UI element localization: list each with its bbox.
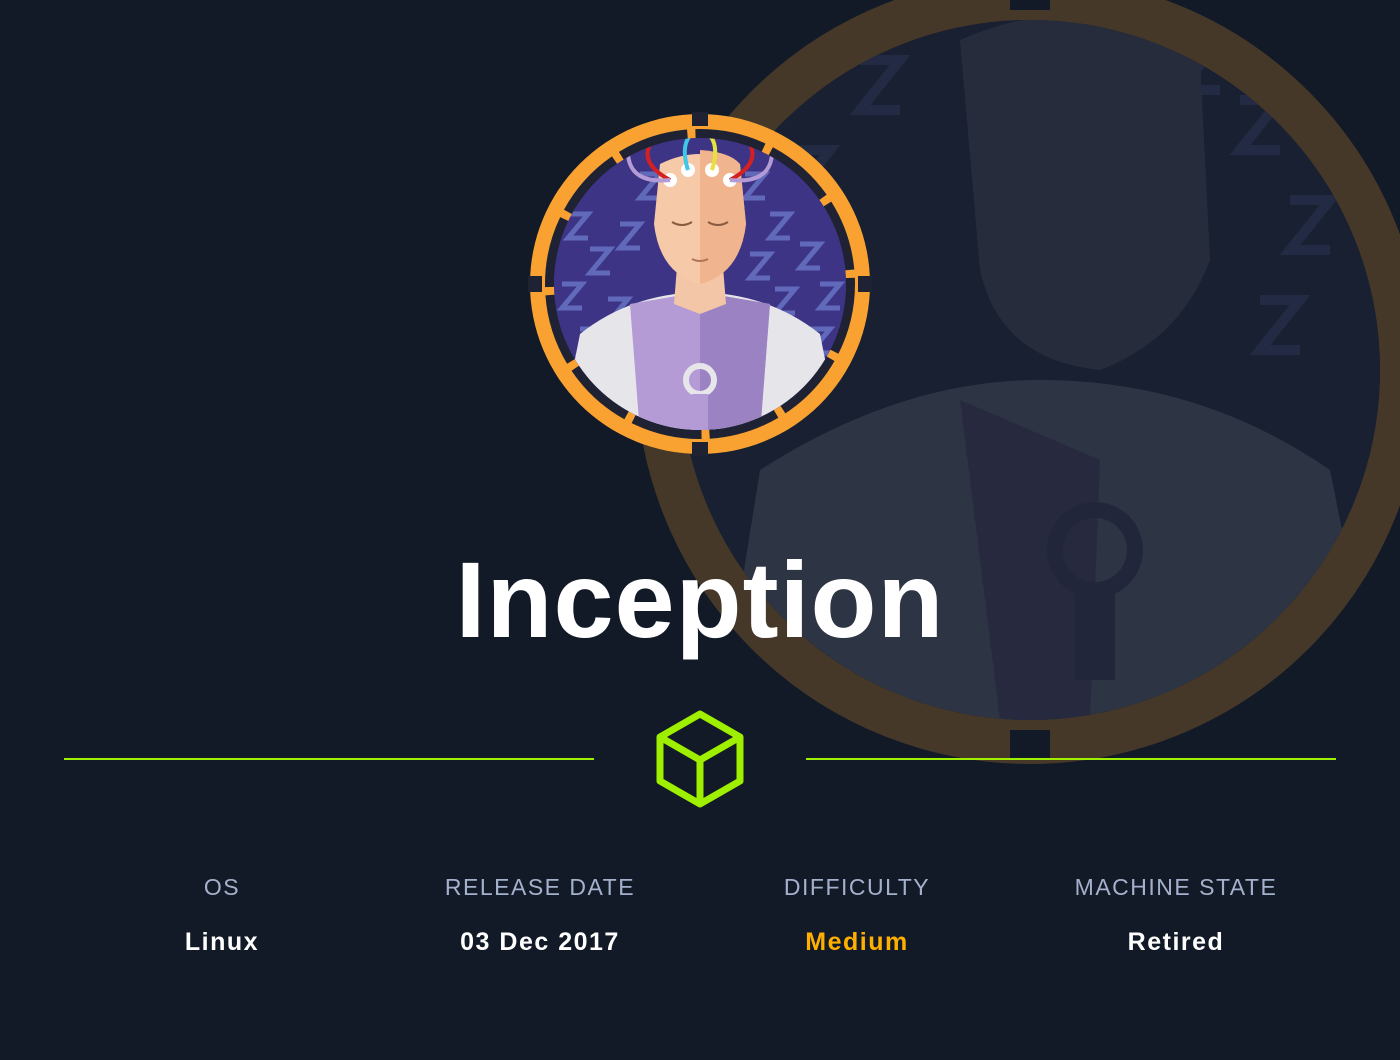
info-machine-state: MACHINE STATE Retired: [1016, 872, 1336, 958]
info-value-release-date: 03 Dec 2017: [460, 928, 620, 956]
info-difficulty: DIFFICULTY Medium: [697, 872, 1017, 958]
info-label-os: OS: [203, 874, 241, 900]
divider-line-left: [64, 758, 594, 760]
info-label-release-date: RELEASE DATE: [444, 874, 636, 900]
info-label-machine-state: MACHINE STATE: [1074, 874, 1278, 900]
machine-card: Inception OS Linux RELEASE DATE 03 Dec 2…: [0, 0, 1400, 1060]
machine-avatar: [528, 112, 872, 456]
info-release-date: RELEASE DATE 03 Dec 2017: [380, 872, 700, 958]
info-value-os: Linux: [184, 928, 260, 956]
machine-name: Inception: [455, 539, 945, 660]
divider-line-right: [806, 758, 1336, 760]
info-value-machine-state: Retired: [1127, 928, 1225, 956]
info-os: OS Linux: [62, 872, 382, 958]
info-label-difficulty: DIFFICULTY: [783, 874, 931, 900]
hackthebox-cube-icon: [656, 710, 744, 808]
difficulty-badge: Medium: [805, 928, 909, 956]
